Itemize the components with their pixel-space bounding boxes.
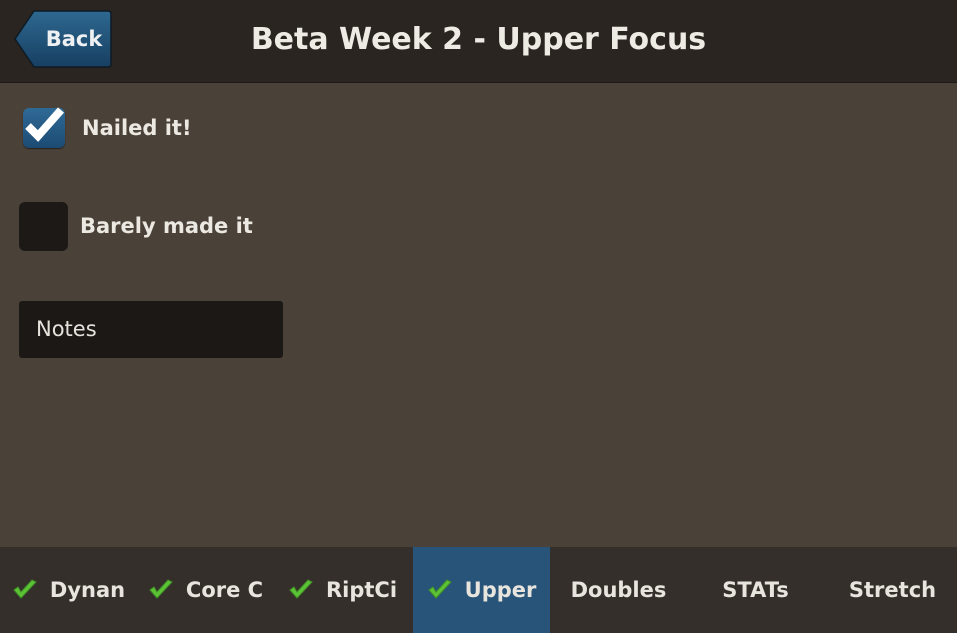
nailed-it-checkbox[interactable] — [23, 107, 65, 148]
tab-label: RiptCi — [325, 578, 398, 602]
page-title: Beta Week 2 - Upper Focus — [250, 22, 707, 57]
back-label: Back — [45, 27, 103, 51]
tab-label: Doubles — [570, 578, 667, 602]
tab-bar: Dynan Core C RiptCi Upper Doubles STATs … — [0, 547, 957, 633]
nailed-it-checkbox-row[interactable]: Nailed it! — [20, 104, 192, 152]
tab-core[interactable]: Core C — [137, 547, 274, 633]
tab-stretch[interactable]: Stretch — [824, 547, 957, 633]
green-check-icon — [12, 578, 38, 602]
tab-label: Stretch — [848, 578, 937, 602]
tab-riptci[interactable]: RiptCi — [274, 547, 411, 633]
tab-stats[interactable]: STATs — [687, 547, 824, 633]
barely-made-it-checkbox[interactable] — [19, 201, 68, 251]
tab-label: STATs — [722, 578, 789, 602]
tab-doubles[interactable]: Doubles — [550, 547, 687, 633]
tab-label: Dynan — [49, 578, 126, 602]
tab-dynan[interactable]: Dynan — [0, 547, 137, 633]
header-bar: Beta Week 2 - Upper Focus Back — [0, 0, 957, 83]
back-button[interactable]: Back — [14, 10, 112, 68]
barely-made-it-checkbox-row[interactable]: Barely made it — [19, 201, 253, 251]
tab-label: Upper — [464, 578, 537, 602]
tab-label: Core C — [185, 578, 264, 602]
green-check-icon — [148, 578, 174, 602]
green-check-icon — [427, 578, 453, 602]
tab-upper[interactable]: Upper — [413, 547, 550, 633]
notes-input[interactable]: Notes — [19, 301, 283, 358]
nailed-it-label: Nailed it! — [82, 116, 192, 140]
barely-made-it-label: Barely made it — [80, 214, 253, 238]
green-check-icon — [288, 578, 314, 602]
checkmark-icon — [25, 107, 64, 142]
